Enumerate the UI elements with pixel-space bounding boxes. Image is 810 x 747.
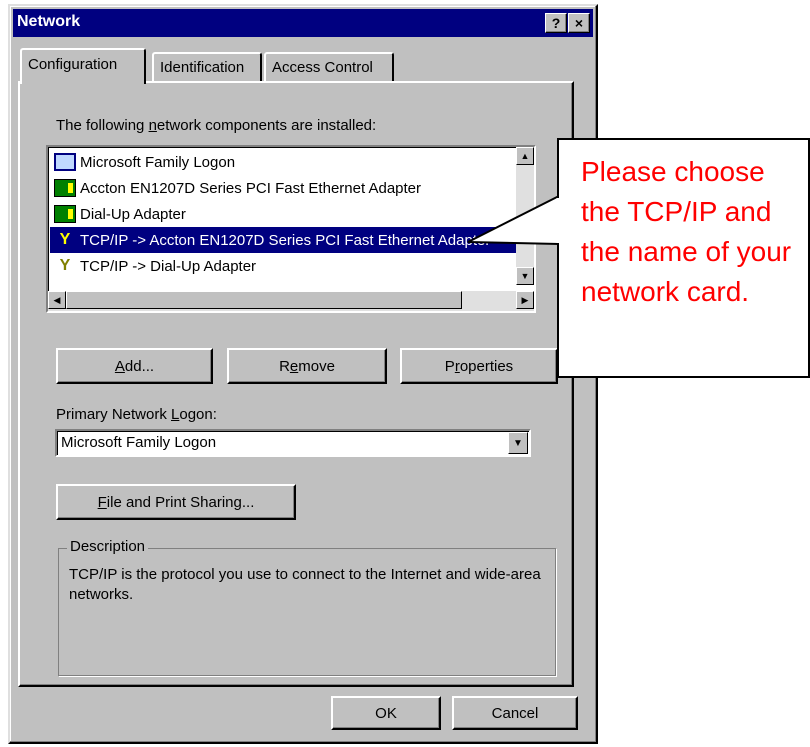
cancel-button[interactable]: Cancel [452,696,578,730]
arrow-left-icon: ◀ [53,294,61,305]
client-icon [54,153,76,171]
protocol-icon: Y [59,231,71,248]
list-item[interactable]: Microsoft Family Logon [50,149,520,175]
description-legend: Description [67,538,149,555]
annotation-callout: Please choose the TCP/IP and the name of… [557,138,810,378]
network-card-icon [54,179,76,197]
remove-button[interactable]: Re move [227,348,387,384]
tab-access-control[interactable]: Access Control [264,52,394,82]
list-item-label: TCP/IP -> Dial-Up Adapter [80,257,257,275]
description-group: Description TCP/IP is the protocol you u… [58,538,556,676]
file-print-sharing-button[interactable]: File and Print Sharing... [56,484,296,520]
network-card-icon [54,205,76,223]
dropdown-button[interactable]: ▼ [508,432,528,454]
list-item-label: Microsoft Family Logon [80,153,236,171]
tab-identification[interactable]: Identification [152,52,262,82]
components-label: The following network components are ins… [56,117,377,134]
ok-button[interactable]: OK [331,696,441,730]
primary-logon-label: Primary Network Logon: [56,406,217,423]
scroll-down-button[interactable]: ▼ [516,267,534,285]
close-icon: × [574,15,584,31]
arrow-up-icon: ▲ [520,150,530,161]
help-button[interactable]: ? [545,13,567,33]
scroll-left-button[interactable]: ◀ [48,291,66,309]
list-item[interactable]: Y TCP/IP -> Dial-Up Adapter [50,253,520,279]
horizontal-scrollbar[interactable]: ◀ ▶ [48,291,534,311]
arrow-right-icon: ▶ [521,294,529,305]
list-item-label: Accton EN1207D Series PCI Fast Ethernet … [80,179,422,197]
primary-logon-value: Microsoft Family Logon [61,434,217,451]
arrow-down-icon: ▼ [520,270,530,281]
list-item-label: TCP/IP -> Accton EN1207D Series PCI Fast… [80,231,491,249]
scroll-thumb[interactable] [66,291,462,309]
chevron-down-icon: ▼ [513,437,523,449]
primary-logon-select[interactable]: Microsoft Family Logon ▼ [55,429,531,457]
components-listbox[interactable]: Microsoft Family Logon Accton EN1207D Se… [46,145,536,313]
help-icon: ? [551,15,561,31]
window-title: Network [17,13,81,30]
list-item-selected[interactable]: Y TCP/IP -> Accton EN1207D Series PCI Fa… [50,227,520,253]
description-text: TCP/IP is the protocol you use to connec… [69,566,541,603]
vertical-scrollbar[interactable]: ▲ ▼ [516,147,534,285]
tab-configuration[interactable]: Configuration [20,48,146,84]
protocol-icon: Y [59,257,71,274]
list-item-label: Dial-Up Adapter [80,205,186,223]
list-item[interactable]: Accton EN1207D Series PCI Fast Ethernet … [50,175,520,201]
callout-text: Please choose the TCP/IP and the name of… [581,156,792,307]
title-bar[interactable]: Network ? × [13,9,593,37]
scroll-up-button[interactable]: ▲ [516,147,534,165]
list-item[interactable]: Dial-Up Adapter [50,201,520,227]
add-button[interactable]: Add... [56,348,213,384]
properties-button[interactable]: Pr operties [400,348,558,384]
close-button[interactable]: × [568,13,590,33]
scroll-right-button[interactable]: ▶ [516,291,534,309]
